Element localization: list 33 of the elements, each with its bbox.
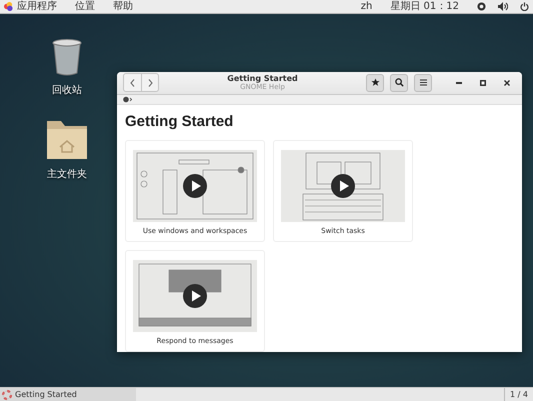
video-thumbnail[interactable] — [281, 150, 405, 222]
desktop-icon-label[interactable]: 主文件夹 — [47, 167, 87, 181]
lifebuoy-icon — [2, 390, 12, 400]
panel-menu[interactable]: 位置 — [75, 0, 95, 12]
search-icon — [394, 78, 404, 88]
video-thumbnail[interactable] — [133, 260, 257, 332]
trash-can-icon — [52, 39, 82, 77]
panel-menu[interactable]: 帮助 — [113, 0, 133, 12]
window-title: Getting Started — [227, 74, 298, 84]
play-icon — [331, 174, 355, 198]
workspace-indicator[interactable]: 1 / 4 — [504, 388, 533, 401]
chevron-right-icon — [148, 78, 152, 87]
chevron-left-icon — [130, 78, 135, 87]
star-icon — [370, 78, 380, 88]
help-home-icon[interactable] — [123, 96, 132, 103]
page-heading: Getting Started — [125, 113, 234, 130]
minimize-icon — [456, 82, 462, 84]
close-icon — [504, 80, 510, 86]
power-icon[interactable] — [520, 2, 529, 11]
volume-icon[interactable] — [498, 2, 508, 11]
bookmark-button[interactable] — [366, 74, 384, 92]
menu-icon — [420, 79, 426, 86]
language-indicator[interactable]: zh — [360, 0, 372, 12]
panel-menu[interactable]: 应用程序 — [17, 0, 57, 12]
taskbar-window-button[interactable]: Getting Started — [0, 388, 136, 401]
menu-button[interactable] — [414, 74, 432, 92]
search-button[interactable] — [390, 74, 408, 92]
clock[interactable]: 星期日 01：12 — [390, 0, 459, 12]
play-icon — [183, 284, 207, 308]
play-icon — [183, 174, 207, 198]
activities-icon[interactable] — [4, 2, 13, 11]
maximize-icon — [480, 80, 486, 86]
desktop-icon-label[interactable]: 回收站 — [52, 83, 82, 97]
